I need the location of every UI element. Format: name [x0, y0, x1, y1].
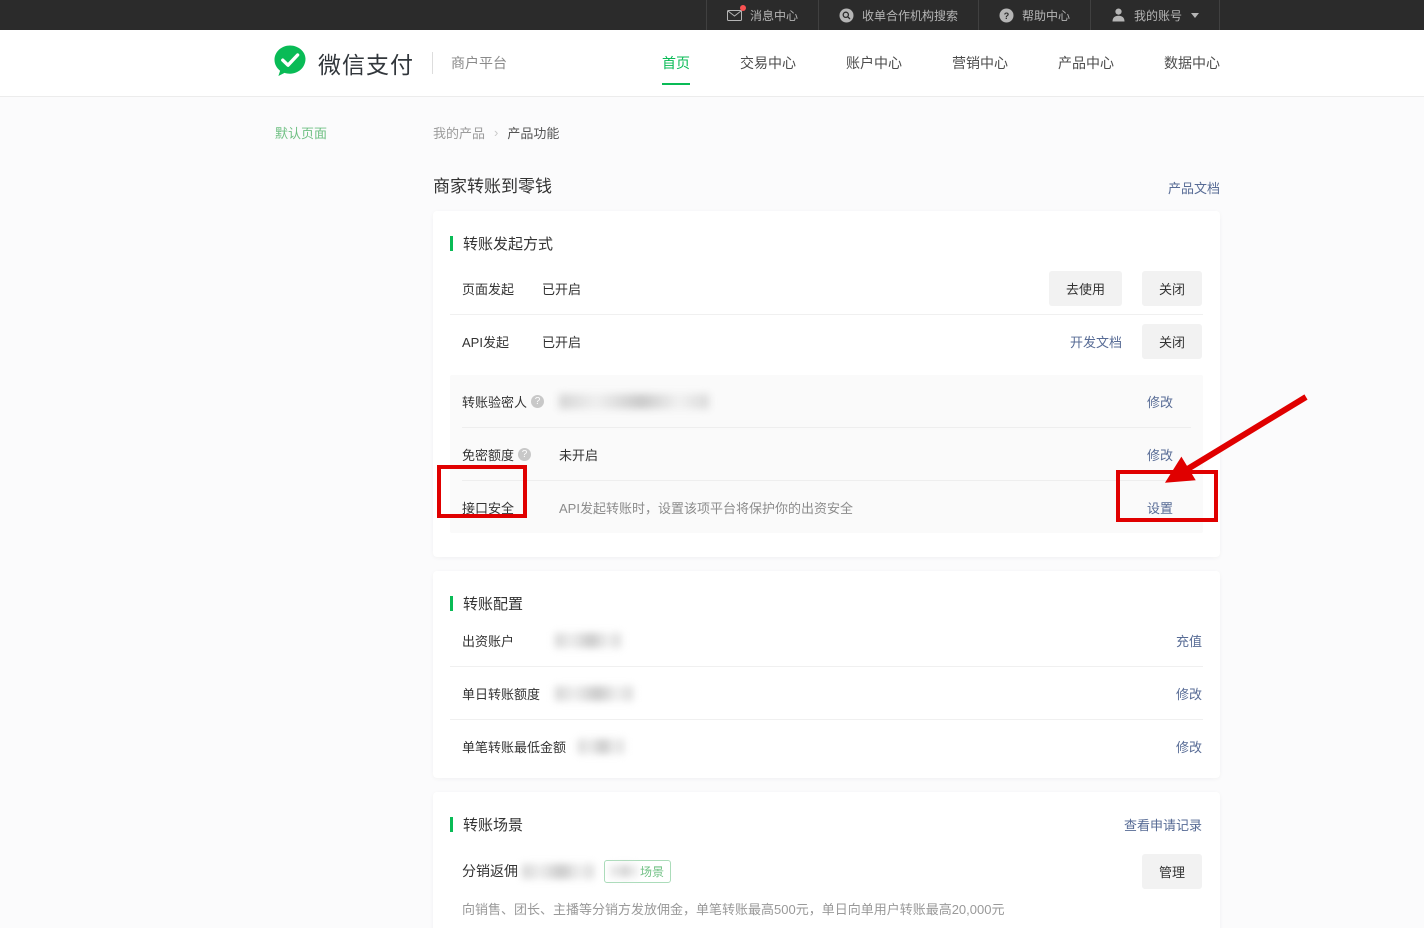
svg-text:?: ? [1004, 11, 1010, 21]
close-api-initiate-button[interactable]: 关闭 [1142, 324, 1202, 359]
blurred-account-value [555, 633, 621, 648]
blurred-daily-limit-value [555, 686, 633, 701]
row-status: 未开启 [559, 445, 598, 464]
row-label: API发起 [462, 332, 542, 351]
notification-dot [740, 5, 746, 11]
blurred-scene-value [522, 864, 594, 879]
topbar-item-label: 消息中心 [750, 7, 798, 24]
breadcrumb: 我的产品 › 产品功能 [433, 123, 1220, 142]
breadcrumb-my-products[interactable]: 我的产品 [433, 123, 485, 142]
manage-scene-button[interactable]: 管理 [1142, 854, 1202, 889]
recharge-link[interactable]: 充值 [1176, 631, 1202, 650]
dev-doc-link[interactable]: 开发文档 [1070, 332, 1122, 351]
topbar-my-account[interactable]: 我的账号 [1090, 0, 1220, 30]
section-title-transfer-method: 转账发起方式 [450, 233, 553, 254]
daily-limit-row: 单日转账额度 修改 [433, 667, 1220, 719]
topbar-item-label: 收单合作机构搜索 [862, 7, 958, 24]
row-label: 页面发起 [462, 279, 542, 298]
api-security-row: 接口安全 API发起转账时，设置该项平台将保护你的出资安全 设置 [450, 481, 1203, 533]
brand[interactable]: 微信支付 [272, 43, 414, 84]
sidebar-item-default-page[interactable]: 默认页面 [275, 123, 433, 142]
sidebar: 默认页面 [0, 97, 433, 928]
row-label: 免密额度 [462, 445, 514, 464]
section-title-transfer-scene: 转账场景 [450, 814, 523, 835]
row-label: 出资账户 [462, 631, 555, 650]
topbar-item-label: 帮助中心 [1022, 7, 1070, 24]
transfer-scene-card: 转账场景 查看申请记录 分销返佣 场景 管理 向销售、团长、主播等分销方发放佣金… [433, 792, 1220, 928]
title-row: 商家转账到零钱 产品文档 [433, 172, 1220, 197]
main-panel: 我的产品 › 产品功能 商家转账到零钱 产品文档 转账发起方式 页面发起 已开启… [433, 97, 1220, 928]
nav-tab-transactions[interactable]: 交易中心 [740, 30, 796, 97]
row-label: 转账验密人 [462, 392, 527, 411]
blurred-tag-prefix [611, 865, 637, 877]
security-settings-link[interactable]: 设置 [1147, 498, 1173, 517]
main-nav: 首页 交易中心 账户中心 营销中心 产品中心 数据中心 [662, 30, 1220, 97]
close-page-initiate-button[interactable]: 关闭 [1142, 271, 1202, 306]
topbar-acquiring-search[interactable]: 收单合作机构搜索 [818, 0, 978, 30]
brand-separator [432, 52, 433, 74]
blurred-verifier-value [559, 394, 709, 409]
nav-tab-home[interactable]: 首页 [662, 30, 690, 97]
modify-min-amount-link[interactable]: 修改 [1176, 737, 1202, 756]
go-use-button[interactable]: 去使用 [1049, 271, 1122, 306]
breadcrumb-chevron-icon: › [494, 125, 498, 140]
wechat-pay-logo-icon [272, 43, 308, 84]
help-question-icon[interactable]: ? [531, 395, 544, 408]
scene-description: 向销售、团长、主播等分销方发放佣金，单笔转账最高500元，单日向单用户转账最高2… [433, 897, 1220, 918]
green-bar [450, 236, 453, 251]
view-records-link[interactable]: 查看申请记录 [1124, 815, 1202, 834]
funding-account-row: 出资账户 充值 [433, 614, 1220, 666]
chevron-down-icon [1191, 13, 1199, 18]
brand-name: 微信支付 [318, 46, 414, 80]
row-label: 单笔转账最低金额 [462, 737, 566, 756]
nav-tab-products[interactable]: 产品中心 [1058, 30, 1114, 97]
green-bar [450, 596, 453, 611]
api-settings-panel: 转账验密人 ? 修改 免密额度 ? 未开启 修改 [450, 375, 1203, 533]
nav-tab-account[interactable]: 账户中心 [846, 30, 902, 97]
user-icon [1111, 7, 1127, 23]
scene-tag: 场景 [604, 860, 671, 883]
mail-icon [727, 7, 743, 23]
row-status: 已开启 [542, 332, 581, 351]
modify-daily-limit-link[interactable]: 修改 [1176, 684, 1202, 703]
header: 微信支付 商户平台 首页 交易中心 账户中心 营销中心 产品中心 数据中心 [0, 30, 1424, 97]
modify-verifier-link[interactable]: 修改 [1147, 392, 1173, 411]
row-label: 接口安全 [462, 498, 514, 517]
nav-tab-marketing[interactable]: 营销中心 [952, 30, 1008, 97]
content: 默认页面 我的产品 › 产品功能 商家转账到零钱 产品文档 转账发起方式 页面发… [0, 97, 1424, 928]
green-bar [450, 817, 453, 832]
portal-label: 商户平台 [451, 53, 507, 73]
row-label: 单日转账额度 [462, 684, 555, 703]
search-icon [839, 7, 855, 23]
page-initiate-row: 页面发起 已开启 去使用 关闭 [433, 262, 1220, 314]
topbar-message-center[interactable]: 消息中心 [706, 0, 818, 30]
security-description: API发起转账时，设置该项平台将保护你的出资安全 [559, 498, 853, 517]
transfer-method-card: 转账发起方式 页面发起 已开启 去使用 关闭 API发起 已开启 开发文档 关闭 [433, 211, 1220, 557]
min-amount-row: 单笔转账最低金额 修改 [433, 720, 1220, 772]
free-limit-row: 免密额度 ? 未开启 修改 [450, 428, 1203, 480]
page-title: 商家转账到零钱 [433, 172, 552, 197]
product-doc-link[interactable]: 产品文档 [1168, 178, 1220, 197]
transfer-config-card: 转账配置 出资账户 充值 单日转账额度 修改 单笔转账最低金额 [433, 571, 1220, 778]
topbar-help-center[interactable]: ? 帮助中心 [978, 0, 1090, 30]
section-title-transfer-config: 转账配置 [450, 593, 523, 614]
help-icon: ? [999, 7, 1015, 23]
modify-free-limit-link[interactable]: 修改 [1147, 445, 1173, 464]
topbar: 消息中心 收单合作机构搜索 ? 帮助中心 我的账号 [0, 0, 1424, 30]
distribution-scene-row: 分销返佣 场景 管理 [433, 845, 1220, 897]
api-initiate-row: API发起 已开启 开发文档 关闭 [433, 315, 1220, 367]
row-status: 已开启 [542, 279, 581, 298]
nav-tab-data[interactable]: 数据中心 [1164, 30, 1220, 97]
topbar-item-label: 我的账号 [1134, 7, 1182, 24]
verifier-row: 转账验密人 ? 修改 [450, 375, 1203, 427]
help-question-icon[interactable]: ? [518, 448, 531, 461]
blurred-min-amount-value [578, 739, 624, 754]
scene-name: 分销返佣 [462, 861, 518, 881]
breadcrumb-product-features: 产品功能 [507, 123, 559, 142]
